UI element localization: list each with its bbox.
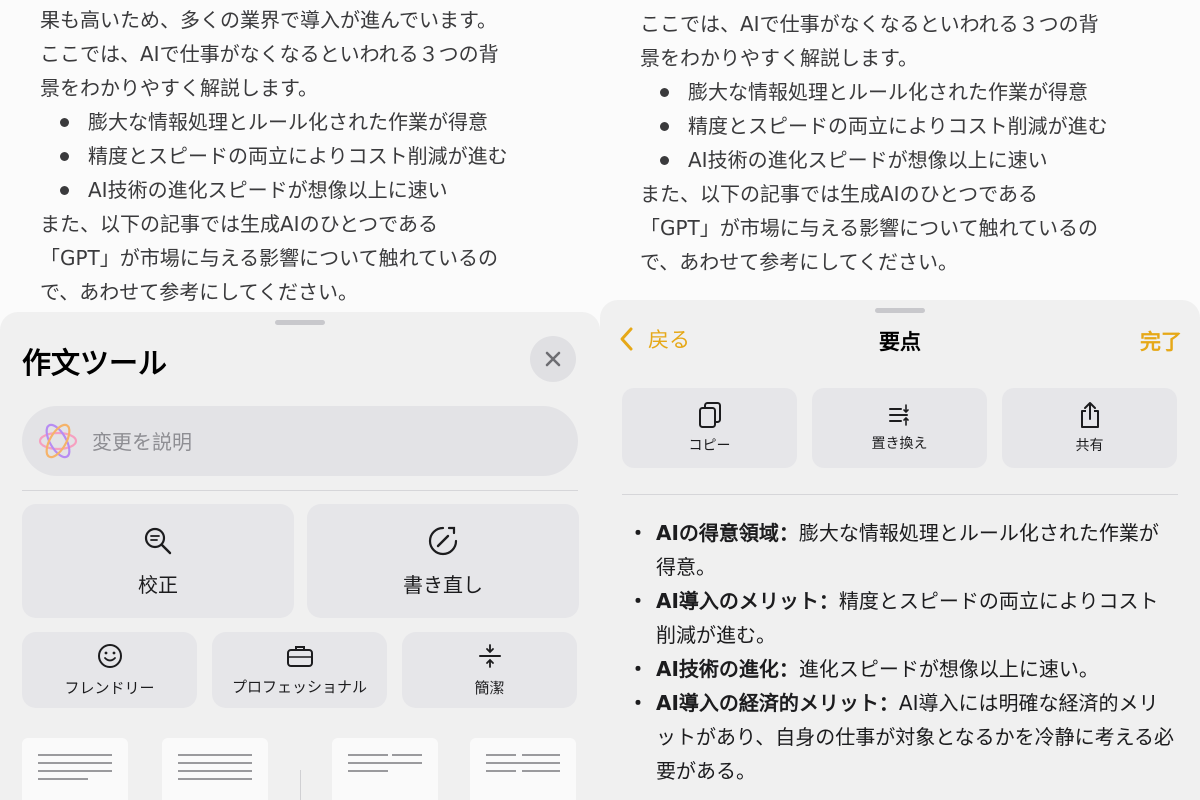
rewrite-label: 書き直し [403, 572, 483, 597]
summary-format-card[interactable] [22, 738, 128, 800]
summary-item: AI導入のメリット：精度とスピードの両立によりコスト削減が進む。 [628, 584, 1176, 652]
doc-line: また、以下の記事では生成AIのひとつである [640, 182, 1038, 206]
summary-item-heading: AI導入のメリット： [656, 589, 839, 613]
summary-list: AIの得意領域：膨大な情報処理とルール化された作業が得意。 AI導入のメリット：… [628, 516, 1176, 788]
concise-icon [478, 643, 501, 668]
summary-item: AI導入の経済的メリット：AI導入には明確な経済的メリットがあり、自身の仕事が対… [628, 686, 1176, 788]
copy-label: コピー [688, 438, 731, 454]
left-panel: 果も高いため、多くの業界で導入が進んでいます。 ここでは、AIで仕事がなくなると… [0, 0, 600, 800]
apple-intelligence-icon [38, 423, 78, 459]
doc-line: 景をわかりやすく解説します。 [640, 46, 918, 70]
sheet-grabber[interactable] [275, 320, 325, 325]
doc-line: で、あわせて参考にしてください。 [40, 280, 358, 304]
concise-button[interactable]: 簡潔 [402, 632, 577, 708]
doc-line: 果も高いため、多くの業界で導入が進んでいます。 [40, 8, 497, 32]
describe-change-input[interactable] [90, 406, 564, 478]
briefcase-icon [286, 645, 313, 667]
friendly-button[interactable]: フレンドリー [22, 632, 197, 708]
summary-item: AI技術の進化：進化スピードが想像以上に速い。 [628, 652, 1176, 686]
card-line [178, 778, 252, 780]
replace-button[interactable]: 置き換え [812, 388, 987, 468]
rewrite-button[interactable]: 書き直し [307, 504, 579, 618]
summary-item: AIの得意領域：膨大な情報処理とルール化された作業が得意。 [628, 516, 1176, 584]
rewrite-icon [428, 526, 458, 555]
doc-line: 「GPT」が市場に与える影響について触れているの [640, 216, 1098, 240]
doc-bullet: AI技術の進化スピードが想像以上に速い [660, 143, 1108, 177]
writing-tools-sheet: 作文ツール 変更を説明 校正 書き直し フレンドリー プロフェッショナル 簡潔 [0, 312, 600, 800]
doc-line: 景をわかりやすく解説します。 [40, 76, 318, 100]
doc-bullet: 膨大な情報処理とルール化された作業が得意 [60, 105, 508, 139]
copy-button[interactable]: コピー [622, 388, 797, 468]
summary-title: 要点 [879, 330, 921, 354]
divider [22, 490, 578, 491]
divider [622, 494, 1178, 495]
screenshot: 果も高いため、多くの業界で導入が進んでいます。 ここでは、AIで仕事がなくなると… [0, 0, 1200, 800]
document-text-area: 果も高いため、多くの業界で導入が進んでいます。 ここでは、AIで仕事がなくなると… [0, 0, 600, 330]
doc-line: また、以下の記事では生成AIのひとつである [40, 212, 438, 236]
concise-label: 簡潔 [474, 678, 505, 697]
doc-line: で、あわせて参考にしてください。 [640, 250, 958, 274]
list-format-card[interactable] [332, 738, 438, 800]
replace-icon [888, 404, 909, 426]
doc-line: ここでは、AIで仕事がなくなるといわれる３つの背 [40, 42, 499, 66]
summary-item-heading: AI導入の経済的メリット： [656, 691, 899, 715]
card-line [178, 762, 252, 764]
document-body: 果も高いため、多くの業界で導入が進んでいます。 ここでは、AIで仕事がなくなると… [40, 3, 508, 309]
summary-item-heading: AI技術の進化： [656, 657, 799, 681]
professional-label: プロフェッショナル [231, 677, 367, 696]
key-points-format-card[interactable] [162, 738, 268, 800]
done-button[interactable]: 完了 [1140, 326, 1182, 356]
doc-bullet: 精度とスピードの両立によりコスト削減が進む [660, 109, 1108, 143]
summary-item-text: 進化スピードが想像以上に速い。 [798, 657, 1099, 681]
summary-item-heading: AIの得意領域： [656, 521, 799, 545]
describe-change-field[interactable] [22, 406, 578, 478]
doc-bullet-list: 膨大な情報処理とルール化された作業が得意 精度とスピードの両立によりコスト削減が… [640, 75, 1108, 177]
right-panel: ここでは、AIで仕事がなくなるといわれる３つの背 景をわかりやすく解説します。 … [600, 0, 1200, 800]
card-line [348, 762, 422, 764]
share-icon [1080, 402, 1099, 428]
smiley-icon [97, 643, 122, 668]
doc-line: ここでは、AIで仕事がなくなるといわれる３つの背 [640, 12, 1099, 36]
doc-bullet: 精度とスピードの両立によりコスト削減が進む [60, 139, 508, 173]
magnifier-proofread-icon [144, 527, 172, 554]
copy-icon [698, 402, 721, 428]
card-line [38, 778, 88, 780]
proofread-button[interactable]: 校正 [22, 504, 294, 618]
card-line [486, 770, 516, 772]
card-line [178, 754, 252, 756]
share-label: 共有 [1075, 438, 1104, 454]
friendly-label: フレンドリー [64, 678, 155, 697]
doc-bullet: AI技術の進化スピードが想像以上に速い [60, 173, 508, 207]
document-text-area: ここでは、AIで仕事がなくなるといわれる３つの背 景をわかりやすく解説します。 … [600, 0, 1200, 330]
sheet-grabber[interactable] [875, 308, 925, 313]
table-format-card[interactable] [470, 738, 576, 800]
doc-bullet-list: 膨大な情報処理とルール化された作業が得意 精度とスピードの両立によりコスト削減が… [40, 105, 508, 207]
close-icon [545, 351, 561, 367]
summary-sheet: 戻る 要点 完了 コピー 置き換え 共有 ・ AIの得意領域：膨大な情報処理とル… [600, 300, 1200, 800]
proofread-label: 校正 [138, 572, 178, 597]
card-line [348, 770, 388, 772]
share-button[interactable]: 共有 [1002, 388, 1177, 468]
card-line [38, 762, 112, 764]
card-line [522, 754, 560, 756]
doc-line: 「GPT」が市場に与える影響について触れているの [40, 246, 498, 270]
doc-bullet: 膨大な情報処理とルール化された作業が得意 [660, 75, 1108, 109]
card-line [348, 754, 388, 756]
card-line [486, 762, 560, 764]
card-line [38, 770, 112, 772]
close-button[interactable] [530, 336, 576, 382]
card-line [38, 754, 112, 756]
professional-button[interactable]: プロフェッショナル [212, 632, 387, 708]
writing-tools-title: 作文ツール [22, 346, 168, 380]
card-line [178, 770, 252, 772]
card-separator [300, 770, 301, 800]
card-line [392, 754, 422, 756]
card-line [486, 754, 516, 756]
card-line [522, 770, 560, 772]
document-body: ここでは、AIで仕事がなくなるといわれる３つの背 景をわかりやすく解説します。 … [640, 7, 1108, 279]
replace-label: 置き換え [871, 436, 928, 452]
